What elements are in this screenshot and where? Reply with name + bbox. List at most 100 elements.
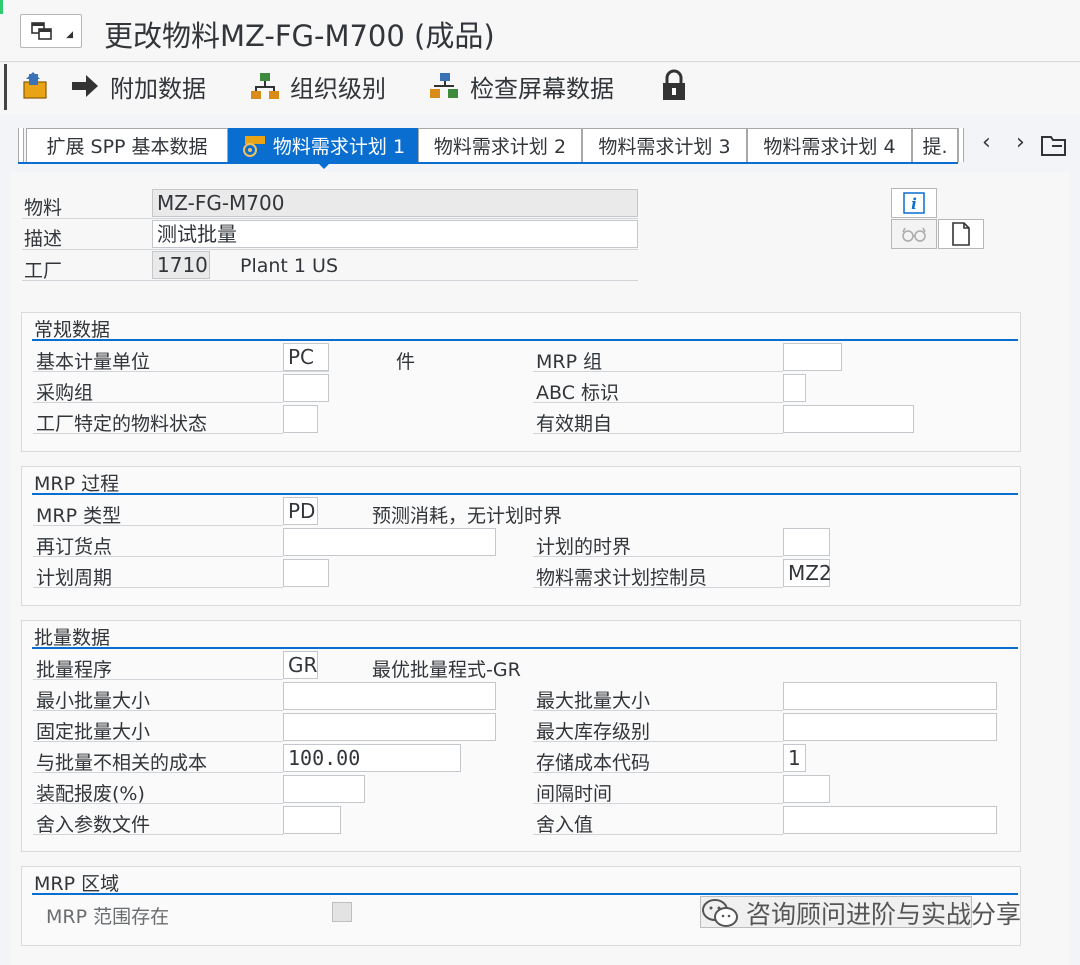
- lock-button[interactable]: [660, 66, 698, 106]
- row-divider: [533, 556, 783, 557]
- valid-from-label: 有效期自: [536, 413, 613, 435]
- select-views-icon: [23, 72, 47, 99]
- abc-indicator-label: ABC 标识: [536, 382, 620, 404]
- tab-mrp-1[interactable]: 物料需求计划 1: [228, 128, 418, 162]
- takt-time-field[interactable]: [783, 775, 830, 803]
- row-divider: [33, 371, 329, 372]
- tab-label: 物料需求计划 4: [763, 136, 896, 158]
- plant-status-field[interactable]: [283, 405, 318, 433]
- max-lot-label: 最大批量大小: [536, 690, 651, 712]
- storage-cost-label: 存储成本代码: [536, 752, 651, 774]
- tab-scroll-left-icon[interactable]: ‹: [982, 130, 991, 155]
- reorder-point-label: 再订货点: [36, 536, 113, 558]
- tab-mrp-4[interactable]: 物料需求计划 4: [747, 128, 912, 162]
- lot-procedure-field[interactable]: GR: [283, 651, 318, 679]
- row-divider: [533, 834, 783, 835]
- assembly-scrap-field[interactable]: [283, 775, 365, 803]
- svg-text:i: i: [911, 195, 917, 213]
- row-divider: [33, 402, 283, 403]
- row-divider: [33, 587, 283, 588]
- lock-icon: [663, 69, 685, 100]
- mrp-type-field[interactable]: PD: [283, 497, 318, 525]
- abc-indicator-field[interactable]: [783, 374, 806, 402]
- tab-label: 物料需求计划 3: [598, 136, 731, 158]
- status-marker: [0, 0, 3, 14]
- mrp-group-field[interactable]: [783, 343, 842, 371]
- row-divider: [33, 803, 283, 804]
- group-title: 常规数据: [34, 319, 111, 341]
- min-lot-field[interactable]: [283, 682, 496, 710]
- min-lot-label: 最小批量大小: [36, 690, 151, 712]
- tab-label: 扩展 SPP 基本数据: [46, 136, 208, 158]
- tab-mrp-2[interactable]: 物料需求计划 2: [418, 128, 582, 162]
- description-field[interactable]: 测试批量: [152, 220, 638, 248]
- time-fence-field[interactable]: [783, 528, 830, 556]
- glasses-icon: [902, 227, 926, 242]
- plant-status-label: 工厂特定的物料状态: [36, 413, 208, 435]
- row-divider: [533, 741, 783, 742]
- rounding-value-field[interactable]: [783, 806, 997, 834]
- base-uom-field[interactable]: PC: [283, 343, 329, 371]
- mrp-controller-field[interactable]: MZ2: [783, 559, 832, 587]
- group-title: MRP 过程: [34, 473, 120, 495]
- purch-group-label: 采购组: [36, 382, 94, 404]
- org-levels-button[interactable]: 组织级别: [250, 66, 386, 106]
- base-uom-text: 件: [396, 351, 416, 373]
- window-menu-button[interactable]: ◢: [20, 14, 82, 48]
- planning-cycle-label: 计划周期: [36, 567, 113, 589]
- tab-mrp-icon: [242, 135, 265, 157]
- material-label: 物料: [24, 197, 63, 219]
- plant-field: 1710: [152, 251, 210, 279]
- material-field: MZ-FG-M700: [152, 189, 638, 217]
- tab-scroll-right-icon[interactable]: ›: [1016, 130, 1025, 155]
- tab-more[interactable]: 提.: [912, 128, 958, 162]
- tab-label: 物料需求计划 1: [272, 136, 406, 158]
- document-button[interactable]: [938, 219, 984, 249]
- additional-data-button[interactable]: 附加数据: [70, 66, 206, 106]
- arrow-right-icon: [72, 75, 98, 97]
- assembly-scrap-label: 装配报废(%): [36, 783, 145, 805]
- mrp-area-exists-checkbox[interactable]: [332, 902, 352, 922]
- tab-extended-spp[interactable]: 扩展 SPP 基本数据: [26, 128, 228, 162]
- max-stock-field[interactable]: [783, 713, 997, 741]
- mrp-controller-label: 物料需求计划控制员: [536, 567, 708, 589]
- info-icon: i: [903, 192, 925, 214]
- planning-cycle-field[interactable]: [283, 559, 329, 587]
- watermark-text: 咨询顾问进阶与实战分享: [746, 900, 1022, 929]
- row-divider: [533, 371, 783, 372]
- mrp-area-exists-label: MRP 范围存在: [46, 906, 170, 928]
- max-lot-field[interactable]: [783, 682, 997, 710]
- row-divider: [33, 679, 283, 680]
- tab-scroll-edge-left: [18, 128, 24, 162]
- row-divider: [22, 249, 638, 250]
- rounding-profile-field[interactable]: [283, 806, 341, 834]
- mrp-type-text: 预测消耗，无计划时界: [372, 505, 563, 527]
- info-button[interactable]: i: [891, 188, 937, 218]
- row-divider: [33, 525, 283, 526]
- storage-cost-field[interactable]: 1: [783, 744, 806, 772]
- tab-list-icon[interactable]: [1040, 134, 1068, 158]
- document-icon: [952, 222, 970, 246]
- check-screen-data-button[interactable]: 检查屏幕数据: [428, 66, 614, 106]
- valid-from-field[interactable]: [783, 405, 914, 433]
- row-divider: [533, 402, 783, 403]
- ordering-cost-field[interactable]: 100.00: [283, 744, 461, 772]
- display-button[interactable]: [891, 219, 937, 249]
- page-title: 更改物料MZ-FG-M700 (成品): [104, 19, 495, 53]
- group-title-underline: [32, 339, 1018, 341]
- purch-group-field[interactable]: [283, 374, 329, 402]
- row-divider: [533, 587, 783, 588]
- row-divider: [33, 741, 283, 742]
- tab-mrp-3[interactable]: 物料需求计划 3: [582, 128, 747, 162]
- reorder-point-field[interactable]: [283, 528, 496, 556]
- tab-scroll-edge-right: [958, 128, 964, 162]
- tab-underline: [18, 162, 958, 164]
- lot-procedure-text: 最优批量程式-GR: [372, 659, 521, 681]
- ordering-cost-label: 与批量不相关的成本: [36, 752, 208, 774]
- fixed-lot-field[interactable]: [283, 713, 496, 741]
- group-title-underline: [32, 647, 1018, 649]
- mrp-type-label: MRP 类型: [36, 505, 122, 527]
- row-divider: [22, 218, 638, 219]
- select-views-button[interactable]: [20, 66, 62, 106]
- lot-procedure-label: 批量程序: [36, 659, 113, 681]
